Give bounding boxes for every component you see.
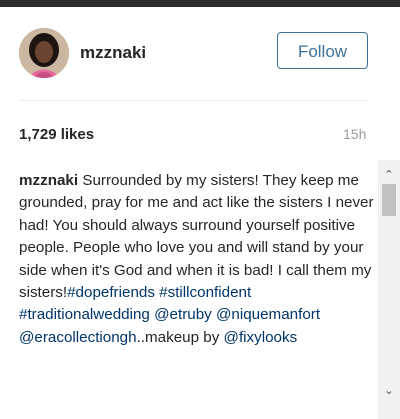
- post-time[interactable]: 15h: [343, 126, 366, 142]
- scroll-thumb[interactable]: [382, 184, 396, 216]
- caption: mzznaki Surrounded by my sisters! They k…: [19, 170, 379, 349]
- hashtag-stillconfident[interactable]: #stillconfident: [159, 284, 251, 301]
- caption-scrollbar[interactable]: ⌃ ⌄: [378, 160, 400, 419]
- hashtag-traditionalwedding[interactable]: #traditionalwedding: [19, 306, 150, 323]
- avatar-image: [19, 28, 69, 78]
- caption-area: mzznaki Surrounded by my sisters! They k…: [0, 160, 400, 419]
- mention-etruby[interactable]: @etruby: [154, 306, 212, 323]
- caption-username[interactable]: mzznaki: [19, 172, 78, 189]
- scroll-up-icon[interactable]: ⌃: [378, 166, 400, 184]
- follow-button[interactable]: Follow: [277, 32, 368, 69]
- divider: [19, 100, 370, 101]
- likes-count[interactable]: 1,729 likes: [19, 126, 94, 143]
- hashtag-dopefriends[interactable]: #dopefriends: [67, 284, 155, 301]
- post-header: mzznaki Follow: [0, 7, 400, 93]
- avatar[interactable]: [19, 28, 69, 78]
- post-username[interactable]: mzznaki: [80, 43, 146, 63]
- top-bar: [0, 0, 400, 7]
- scroll-down-icon[interactable]: ⌄: [378, 382, 400, 400]
- caption-text: Surrounded by my sisters! They keep me g…: [19, 172, 374, 302]
- caption-makeup-text: ..makeup by: [136, 328, 224, 346]
- mention-fixylooks[interactable]: @fixylooks: [224, 329, 298, 346]
- mention-eracollectiongh[interactable]: @eracollectiongh: [19, 329, 137, 346]
- mention-niquemanfort[interactable]: @niquemanfort: [216, 306, 320, 323]
